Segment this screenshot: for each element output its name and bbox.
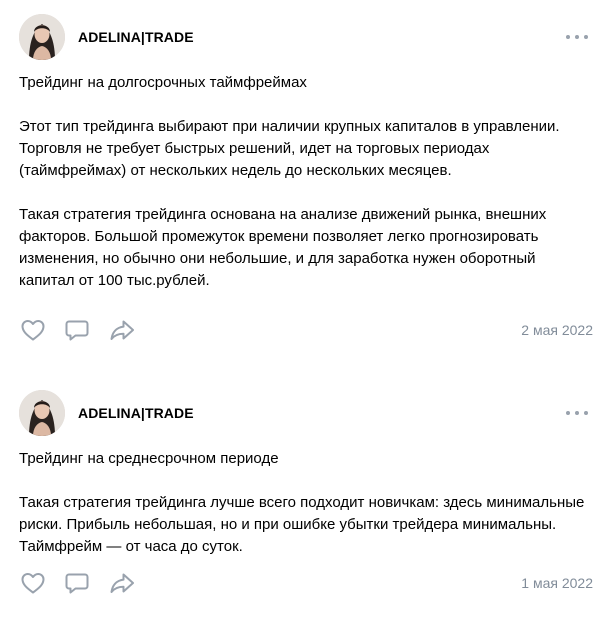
post-text: Трейдинг на долгосрочных таймфреймах Это… (19, 72, 594, 292)
heart-icon[interactable] (19, 569, 47, 597)
post-text: Трейдинг на среднесрочном периоде Такая … (19, 448, 594, 558)
feed: ADELINA|TRADE Трейдинг на долгосрочных т… (0, 0, 612, 623)
more-icon[interactable] (566, 30, 588, 44)
author-name[interactable]: ADELINA|TRADE (78, 29, 194, 45)
share-icon[interactable] (108, 569, 136, 597)
post: ADELINA|TRADE Трейдинг на долгосрочных т… (0, 14, 612, 344)
post-title: Трейдинг на среднесрочном периоде (19, 450, 279, 467)
post-header: ADELINA|TRADE (0, 390, 612, 438)
post-paragraph: Такая стратегия трейдинга основана на ан… (19, 206, 547, 289)
more-icon[interactable] (566, 406, 588, 420)
post-actions: 1 мая 2022 (0, 569, 612, 599)
share-icon[interactable] (108, 316, 136, 344)
post: ADELINA|TRADE Трейдинг на среднесрочном … (0, 390, 612, 610)
author-name[interactable]: ADELINA|TRADE (78, 405, 194, 421)
post-actions: 2 мая 2022 (0, 316, 612, 346)
avatar[interactable] (19, 390, 65, 436)
post-date[interactable]: 1 мая 2022 (521, 575, 593, 591)
comment-icon[interactable] (63, 316, 91, 344)
post-title: Трейдинг на долгосрочных таймфреймах (19, 74, 307, 91)
post-header: ADELINA|TRADE (0, 14, 612, 62)
heart-icon[interactable] (19, 316, 47, 344)
post-paragraph: Этот тип трейдинга выбирают при наличии … (19, 118, 560, 179)
post-paragraph: Такая стратегия трейдинга лучше всего по… (19, 494, 585, 555)
post-date[interactable]: 2 мая 2022 (521, 322, 593, 338)
avatar[interactable] (19, 14, 65, 60)
comment-icon[interactable] (63, 569, 91, 597)
